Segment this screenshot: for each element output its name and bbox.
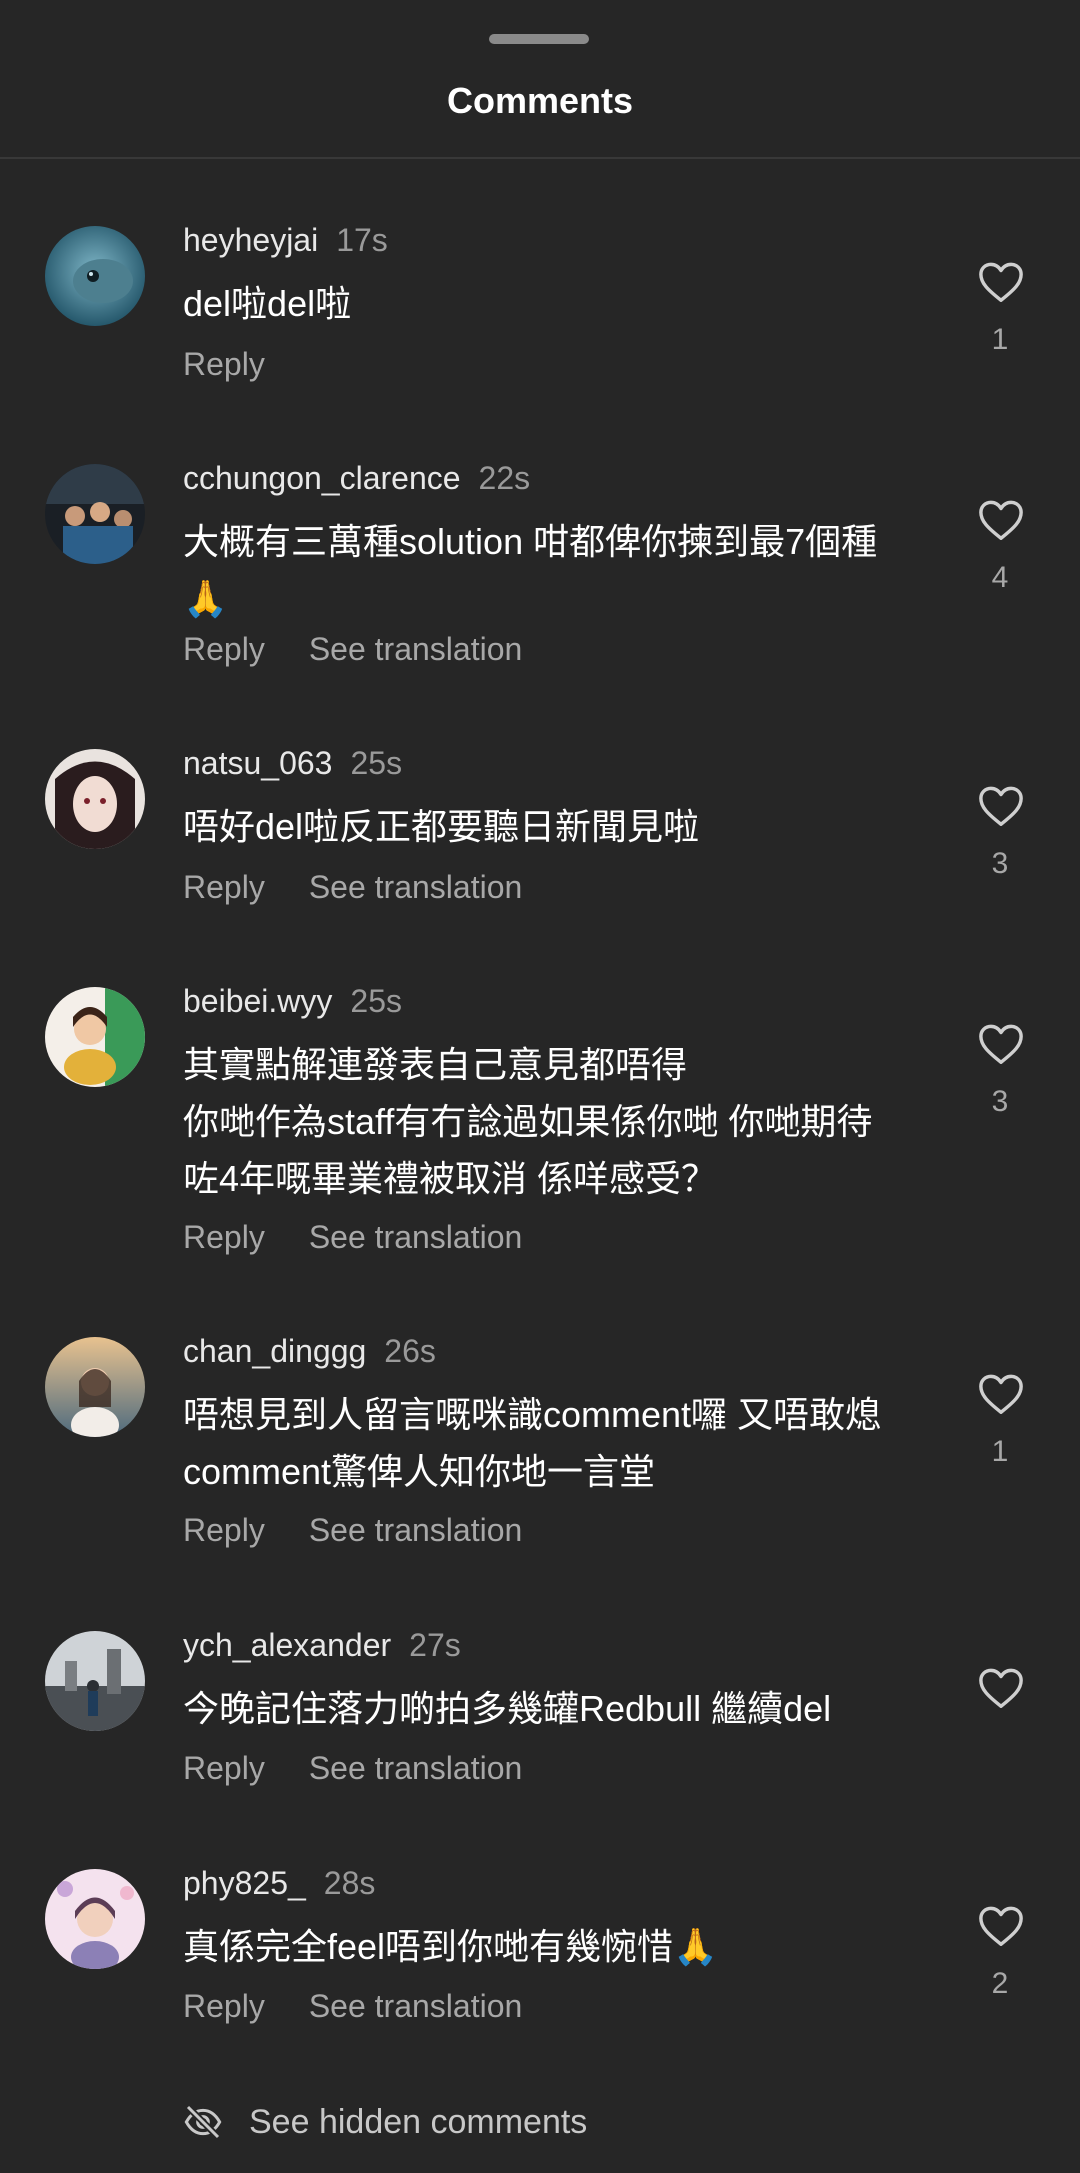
see-hidden-comments-label: See hidden comments — [249, 2102, 588, 2141]
comment-line: del啦del啦 — [183, 283, 352, 324]
heart-icon[interactable] — [978, 1022, 1024, 1066]
drag-handle[interactable] — [489, 34, 589, 44]
comment-text: 今晚記住落力啲拍多幾罐Redbull 繼續del — [183, 1680, 923, 1737]
username-text[interactable]: cchungon_clarence — [183, 460, 461, 496]
comment-line: 咗4年嘅畢業禮被取消 係咩感受？ — [183, 1158, 718, 1199]
see-translation-button[interactable]: See translation — [309, 869, 522, 906]
header-divider — [0, 157, 1080, 159]
see-translation-button[interactable]: See translation — [309, 1512, 522, 1549]
reply-button[interactable]: Reply — [183, 1988, 265, 2025]
reply-button[interactable]: Reply — [183, 631, 265, 668]
see-translation-button[interactable]: See translation — [309, 1750, 522, 1787]
see-hidden-comments-button[interactable]: See hidden comments — [183, 2100, 587, 2144]
like-count: 3 — [991, 1085, 1009, 1118]
like-count: 3 — [991, 847, 1009, 880]
see-translation-button[interactable]: See translation — [309, 1219, 522, 1256]
reply-button[interactable]: Reply — [183, 1512, 265, 1549]
comment-time: 25s — [350, 745, 403, 781]
heart-icon[interactable] — [978, 1666, 1024, 1710]
comment-time: 17s — [336, 222, 388, 258]
heart-icon[interactable] — [978, 1372, 1024, 1416]
heart-icon[interactable] — [978, 498, 1024, 542]
comment-time: 22s — [478, 460, 531, 496]
comment-username[interactable]: chan_dinggg 26s — [183, 1333, 436, 1370]
anime-drawing-avatar-icon — [45, 749, 145, 849]
see-translation-button[interactable]: See translation — [309, 631, 522, 668]
comment-time: 28s — [323, 1865, 376, 1901]
comment-text: 唔好del啦反正都要聽日新聞見啦 — [183, 798, 923, 855]
comment-actions: Reply See translation — [183, 1512, 522, 1549]
comment-actions: Reply See translation — [183, 631, 522, 668]
comment-time: 25s — [350, 983, 402, 1019]
avatar[interactable] — [45, 464, 145, 564]
comment-username[interactable]: phy825_ 28s — [183, 1865, 375, 1902]
username-text[interactable]: natsu_063 — [183, 745, 332, 781]
sticker-portrait-avatar-icon — [45, 1869, 145, 1969]
comment-username[interactable]: ych_alexander 27s — [183, 1627, 461, 1664]
comment-actions: Reply See translation — [183, 1219, 522, 1256]
group-photo-avatar-icon — [45, 464, 145, 564]
comment-line: 其實點解連發表自己意見都唔得 — [183, 1044, 688, 1085]
comments-sheet: Comments heyheyjai 17s del啦del啦 Reply 1 — [0, 0, 1080, 2173]
comment-text: 唔想見到人留言嘅咪識comment囉 又唔敢熄 comment驚俾人知你地一言堂 — [183, 1386, 923, 1500]
like-count: 2 — [991, 1967, 1009, 2000]
comment-line: 今晚記住落力啲拍多幾罐Redbull 繼續del — [183, 1688, 832, 1729]
eye-off-icon — [184, 2104, 222, 2140]
comment-actions: Reply — [183, 346, 265, 383]
like-count: 1 — [991, 323, 1009, 356]
comment-actions: Reply See translation — [183, 1988, 522, 2025]
comment-actions: Reply See translation — [183, 869, 522, 906]
username-text[interactable]: heyheyjai — [183, 222, 318, 258]
comment-text: 真係完全feel唔到你哋有幾惋惜🙏 — [183, 1918, 923, 1975]
comment-line: 真係完全feel唔到你哋有幾惋惜🙏 — [183, 1926, 718, 1967]
comment-line: comment驚俾人知你地一言堂 — [183, 1451, 656, 1492]
sheet-title: Comments — [446, 80, 634, 121]
see-translation-button[interactable]: See translation — [309, 1988, 522, 2025]
comment-text: del啦del啦 — [183, 275, 923, 332]
comment-username[interactable]: heyheyjai 17s — [183, 222, 388, 259]
reply-button[interactable]: Reply — [183, 1750, 265, 1787]
avatar[interactable] — [45, 987, 145, 1087]
comment-text: 大概有三萬種solution 咁都俾你揀到最7個種 🙏 — [183, 513, 923, 627]
reply-button[interactable]: Reply — [183, 869, 265, 906]
comment-text: 其實點解連發表自己意見都唔得 你哋作為staff有冇諗過如果係你哋 你哋期待 咗… — [183, 1036, 923, 1207]
avatar[interactable] — [45, 1337, 145, 1437]
heart-icon[interactable] — [978, 1904, 1024, 1948]
username-text[interactable]: beibei.wyy — [183, 983, 332, 1019]
like-count: 1 — [991, 1435, 1009, 1468]
comment-line: 唔想見到人留言嘅咪識comment囉 又唔敢熄 — [183, 1394, 882, 1435]
comment-line: 🙏 — [183, 578, 228, 619]
portrait-photo-avatar-icon — [45, 987, 145, 1087]
username-text[interactable]: ych_alexander — [183, 1627, 391, 1663]
like-count: 4 — [991, 561, 1009, 594]
username-text[interactable]: chan_dinggg — [183, 1333, 366, 1369]
avatar[interactable] — [45, 1631, 145, 1731]
fish-photo-avatar-icon — [45, 226, 145, 326]
heart-icon[interactable] — [978, 784, 1024, 828]
heart-icon[interactable] — [978, 260, 1024, 304]
sunset-portrait-avatar-icon — [45, 1337, 145, 1437]
comment-line: 你哋作為staff有冇諗過如果係你哋 你哋期待 — [183, 1101, 873, 1142]
comment-username[interactable]: cchungon_clarence 22s — [183, 460, 530, 497]
comment-time: 26s — [384, 1333, 436, 1369]
comment-username[interactable]: natsu_063 25s — [183, 745, 402, 782]
reply-button[interactable]: Reply — [183, 1219, 265, 1256]
comment-time: 27s — [409, 1627, 461, 1663]
comment-actions: Reply See translation — [183, 1750, 522, 1787]
castle-photo-avatar-icon — [45, 1631, 145, 1731]
comment-line: 大概有三萬種solution 咁都俾你揀到最7個種 — [183, 521, 878, 562]
avatar[interactable] — [45, 1869, 145, 1969]
reply-button[interactable]: Reply — [183, 346, 265, 383]
avatar[interactable] — [45, 749, 145, 849]
username-text[interactable]: phy825_ — [183, 1865, 306, 1901]
comment-line: 唔好del啦反正都要聽日新聞見啦 — [183, 806, 700, 847]
comment-username[interactable]: beibei.wyy 25s — [183, 983, 402, 1020]
avatar[interactable] — [45, 226, 145, 326]
